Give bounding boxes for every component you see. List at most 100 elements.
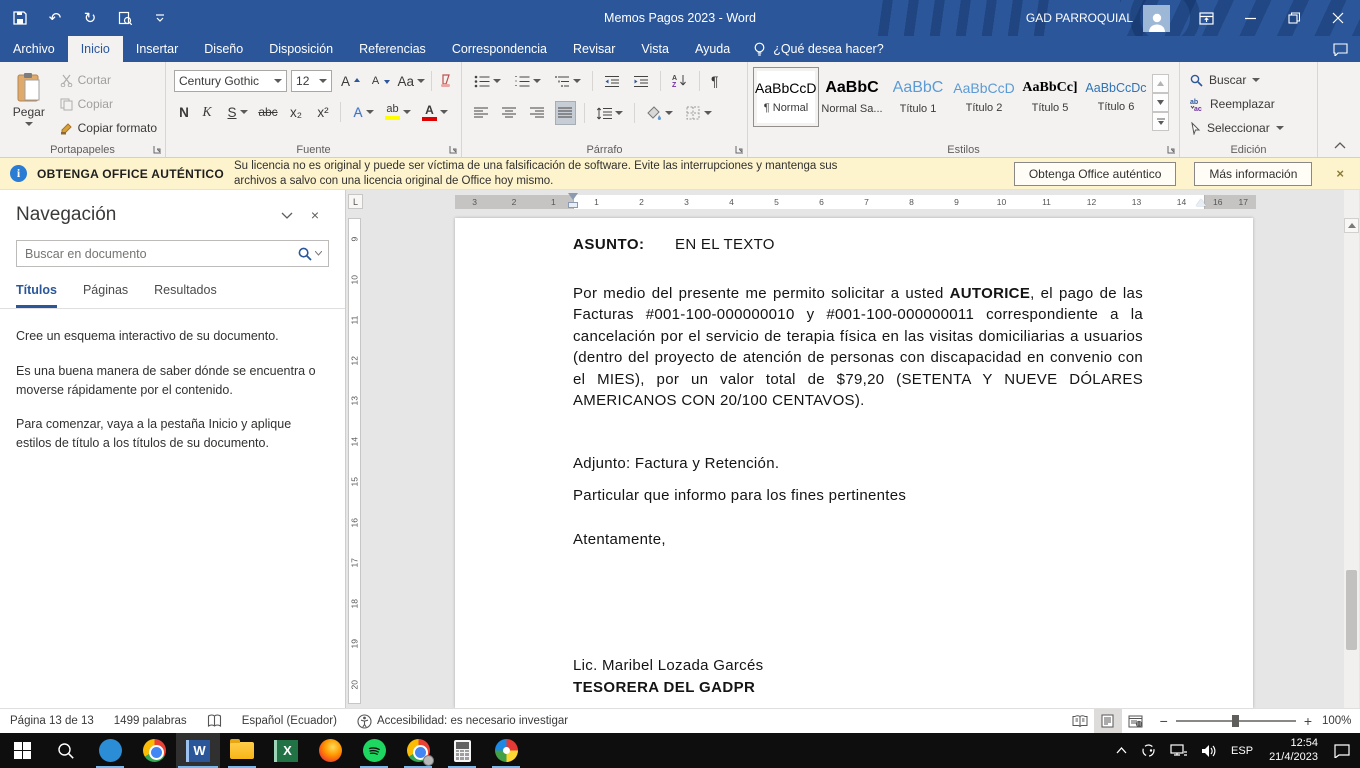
style-titulo-5[interactable]: AaBbCc] Título 5 [1018, 68, 1082, 126]
taskbar-chrome[interactable] [132, 733, 176, 768]
select-button[interactable]: Seleccionar [1190, 118, 1317, 138]
vertical-scrollbar[interactable] [1344, 190, 1359, 708]
tab-ayuda[interactable]: Ayuda [682, 36, 743, 62]
decrease-indent-button[interactable] [602, 70, 622, 92]
tab-referencias[interactable]: Referencias [346, 36, 439, 62]
network-icon[interactable] [1164, 733, 1193, 768]
tab-disposicion[interactable]: Disposición [256, 36, 346, 62]
print-layout-view-icon[interactable] [1094, 709, 1122, 733]
change-case-button[interactable]: Aa [396, 70, 428, 92]
word-count[interactable]: 1499 palabras [104, 709, 197, 733]
print-preview-icon[interactable] [115, 6, 135, 30]
font-size-combobox[interactable]: 12 [291, 70, 332, 92]
italic-button[interactable]: K [199, 104, 215, 120]
first-line-indent-marker[interactable] [568, 193, 578, 200]
show-paragraph-marks-button[interactable]: ¶ [709, 70, 721, 92]
clear-formatting-button[interactable] [436, 70, 455, 92]
strikethrough-button[interactable]: abc [257, 105, 279, 119]
tab-correspondencia[interactable]: Correspondencia [439, 36, 560, 62]
bullet-list-button[interactable] [472, 70, 503, 92]
tab-diseno[interactable]: Diseño [191, 36, 256, 62]
numbered-list-button[interactable] [512, 70, 543, 92]
increase-indent-button[interactable] [631, 70, 651, 92]
text-effects-button[interactable]: A [348, 101, 376, 123]
subscript-button[interactable]: x₂ [286, 105, 306, 120]
tray-app-icon[interactable] [1135, 733, 1162, 768]
underline-button[interactable]: S [222, 101, 250, 123]
web-layout-view-icon[interactable] [1122, 709, 1150, 733]
find-button[interactable]: Buscar [1190, 70, 1317, 90]
feedback-icon[interactable] [1320, 36, 1360, 62]
navigation-close-icon[interactable]: × [301, 207, 329, 223]
zoom-slider[interactable] [1176, 720, 1296, 722]
taskbar-chrome-profile[interactable] [396, 733, 440, 768]
close-warning-icon[interactable]: × [1336, 166, 1344, 181]
zoom-percentage[interactable]: 100% [1322, 715, 1360, 727]
volume-icon[interactable] [1195, 733, 1223, 768]
more-info-button[interactable]: Más información [1194, 162, 1312, 186]
avatar[interactable] [1143, 5, 1170, 32]
font-family-combobox[interactable]: Century Gothic [174, 70, 287, 92]
align-left-button[interactable] [472, 102, 491, 124]
start-button[interactable] [0, 733, 44, 768]
shrink-font-button[interactable]: A [366, 70, 392, 92]
right-indent-marker[interactable] [1196, 199, 1206, 206]
clock[interactable]: 12:54 21/4/2023 [1261, 737, 1326, 765]
sort-button[interactable]: AZ [670, 70, 690, 92]
read-mode-view-icon[interactable] [1066, 709, 1094, 733]
taskbar-search-button[interactable] [44, 733, 88, 768]
styles-gallery-more-icon[interactable] [1152, 112, 1169, 131]
style-titulo-6[interactable]: AaBbCcDc Título 6 [1084, 68, 1148, 126]
style-titulo-1[interactable]: AaBbC Título 1 [886, 68, 950, 126]
document-page[interactable]: ASUNTO: EN EL TEXTO Por medio del presen… [455, 218, 1253, 708]
styles-scroll-down-icon[interactable] [1152, 93, 1169, 112]
font-color-button[interactable]: A [420, 101, 450, 123]
left-indent-marker[interactable] [568, 202, 578, 208]
accessibility-status[interactable]: Accesibilidad: es necesario investigar [347, 709, 578, 733]
collapse-ribbon-icon[interactable] [1334, 142, 1346, 149]
tab-insertar[interactable]: Insertar [123, 36, 191, 62]
undo-icon[interactable]: ↶ [45, 6, 65, 30]
estilos-dialog-launcher-icon[interactable] [1167, 145, 1176, 154]
search-input[interactable] [17, 247, 298, 261]
styles-scroll-up-icon[interactable] [1152, 74, 1169, 93]
get-genuine-office-button[interactable]: Obtenga Office auténtico [1014, 162, 1177, 186]
account-name[interactable]: GAD PARROQUIAL [1026, 11, 1133, 25]
zoom-in-button[interactable]: + [1304, 713, 1312, 729]
redo-icon[interactable]: ↻ [80, 6, 100, 30]
taskbar-word[interactable]: W [176, 733, 220, 768]
parrafo-dialog-launcher-icon[interactable] [735, 145, 744, 154]
nav-tab-titulos[interactable]: Títulos [16, 283, 57, 308]
proofing-icon[interactable] [197, 709, 232, 733]
nav-tab-paginas[interactable]: Páginas [83, 283, 128, 308]
minimize-button[interactable] [1228, 0, 1272, 36]
action-center-icon[interactable] [1328, 733, 1356, 768]
zoom-slider-thumb[interactable] [1232, 715, 1239, 727]
taskbar-excel[interactable]: X [264, 733, 308, 768]
paste-button[interactable]: Pegar [6, 68, 52, 134]
style-normal[interactable]: AaBbCcDc ¶ Normal [754, 68, 818, 126]
style-titulo-2[interactable]: AaBbCcD Título 2 [952, 68, 1016, 126]
tab-inicio[interactable]: Inicio [68, 36, 123, 62]
navigation-options-chevron-icon[interactable] [273, 212, 301, 219]
ribbon-display-options-icon[interactable] [1184, 0, 1228, 36]
close-button[interactable] [1316, 0, 1360, 36]
cut-button[interactable]: Cortar [56, 70, 161, 90]
taskbar-file-explorer[interactable] [220, 733, 264, 768]
language-indicator[interactable]: ESP [1225, 733, 1259, 768]
tab-revisar[interactable]: Revisar [560, 36, 628, 62]
tell-me-box[interactable]: ¿Qué desea hacer? [743, 36, 894, 62]
scrollbar-thumb[interactable] [1346, 570, 1357, 650]
justify-button[interactable] [556, 102, 575, 124]
tab-archivo[interactable]: Archivo [0, 36, 68, 62]
shading-button[interactable] [644, 102, 675, 124]
bold-button[interactable]: N [176, 105, 192, 120]
zoom-out-button[interactable]: − [1160, 713, 1168, 729]
superscript-button[interactable]: x² [313, 105, 333, 120]
taskbar-firefox[interactable] [308, 733, 352, 768]
taskbar-edge[interactable] [88, 733, 132, 768]
page-indicator[interactable]: Página 13 de 13 [0, 709, 104, 733]
align-center-button[interactable] [500, 102, 519, 124]
tab-vista[interactable]: Vista [628, 36, 682, 62]
customize-quick-access-icon[interactable] [150, 6, 170, 30]
